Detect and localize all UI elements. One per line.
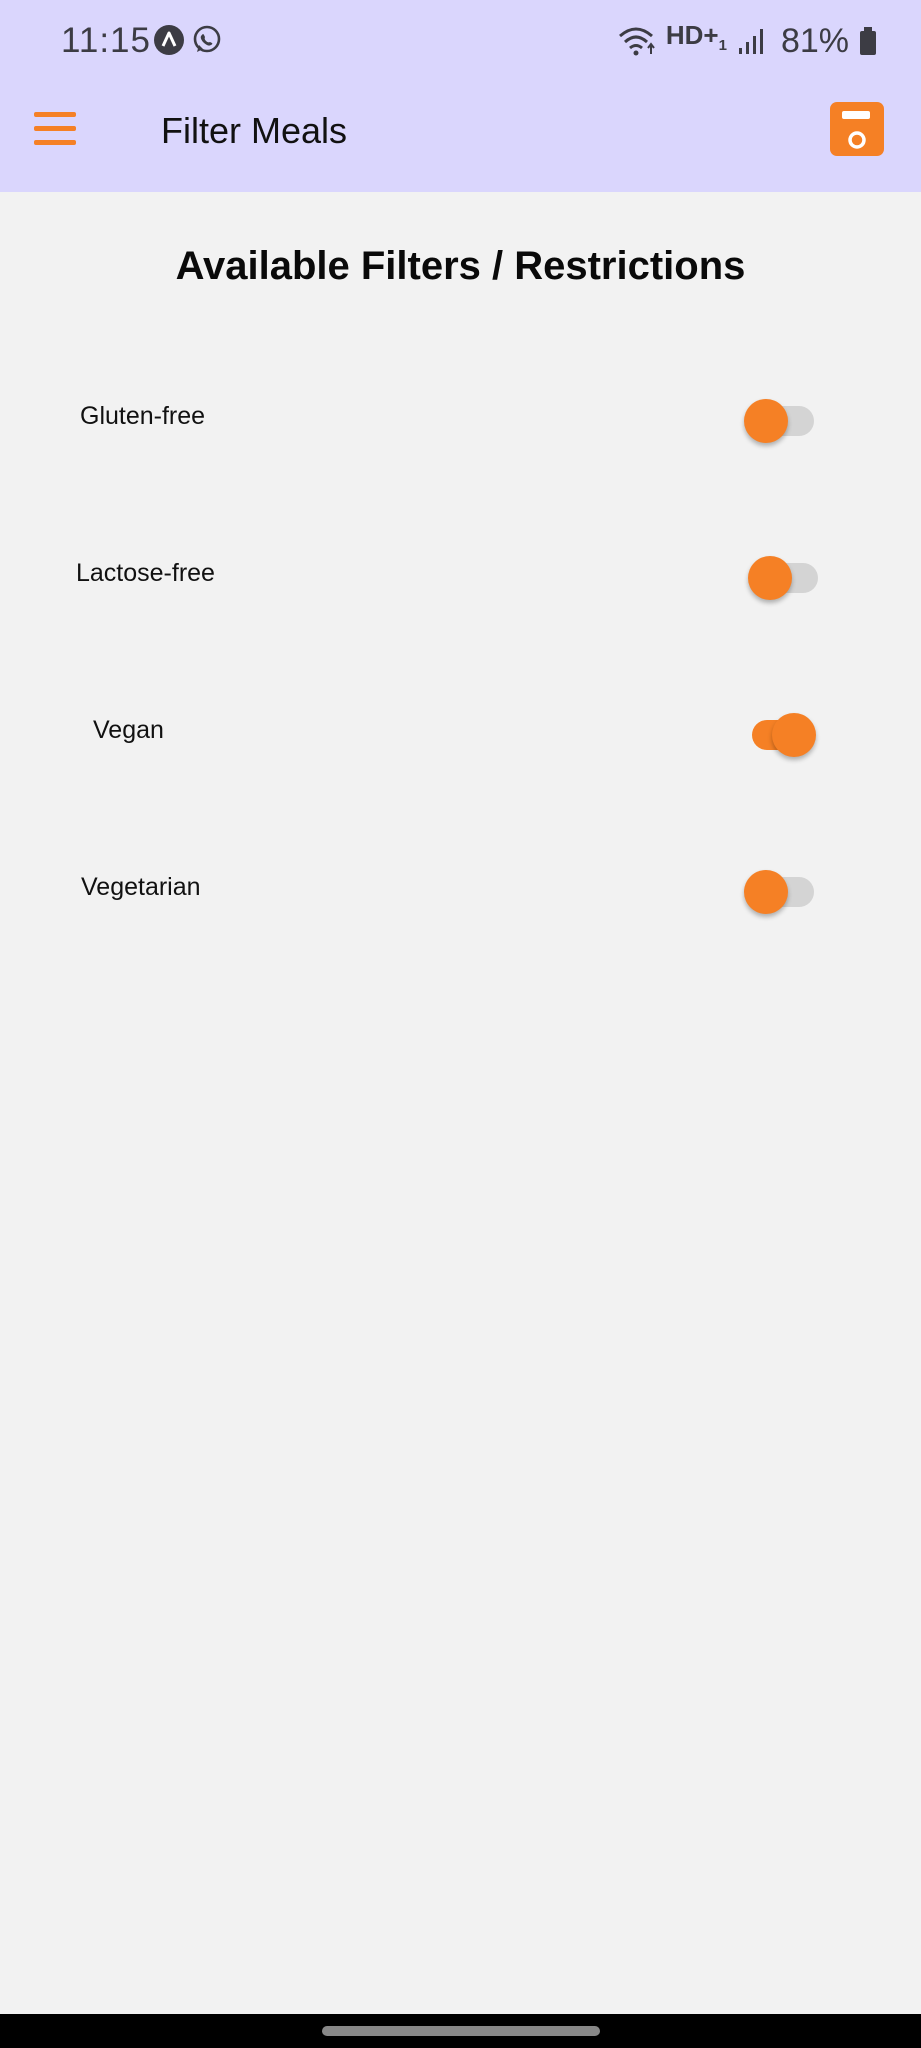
save-icon[interactable] xyxy=(830,102,884,156)
filter-label-lactose-free: Lactose-free xyxy=(76,559,215,587)
vegan-toggle[interactable] xyxy=(744,705,816,757)
filter-label-vegetarian: Vegetarian xyxy=(81,873,201,901)
toggle-thumb xyxy=(744,870,788,914)
battery-icon xyxy=(860,26,876,55)
hd-voice-icon: HD+1 xyxy=(666,18,727,63)
lactose-free-toggle[interactable] xyxy=(748,548,820,600)
toggle-thumb xyxy=(772,713,816,757)
status-right-icons: HD+1 81% xyxy=(616,18,877,63)
signal-icon xyxy=(738,28,763,54)
section-title: Available Filters / Restrictions xyxy=(175,244,746,288)
filter-label-vegan: Vegan xyxy=(93,716,164,744)
navigation-bar xyxy=(0,2014,921,2048)
app-header: 11:15 HD+1 81% Filter Meals xyxy=(0,0,921,192)
toggle-thumb xyxy=(748,556,792,600)
toggle-thumb xyxy=(744,399,788,443)
app-a-icon xyxy=(154,25,184,55)
gluten-free-toggle[interactable] xyxy=(744,391,816,443)
filter-row-vegan: Vegan xyxy=(0,700,921,760)
filter-row-vegetarian: Vegetarian xyxy=(0,857,921,917)
status-time: 11:15 xyxy=(61,21,151,60)
filter-label-gluten-free: Gluten-free xyxy=(80,402,206,430)
hd-label: HD+ xyxy=(665,20,719,50)
home-gesture-handle[interactable] xyxy=(322,2026,600,2036)
vegetarian-toggle[interactable] xyxy=(744,862,816,914)
battery-percent: 81% xyxy=(780,21,849,60)
hd-sub: 1 xyxy=(718,37,727,55)
whatsapp-icon xyxy=(193,25,221,53)
status-left-icons xyxy=(153,24,223,56)
hamburger-menu-icon[interactable] xyxy=(34,112,76,146)
filter-row-lactose-free: Lactose-free xyxy=(0,543,921,603)
app-title: Filter Meals xyxy=(161,110,348,151)
filter-row-gluten-free: Gluten-free xyxy=(0,386,921,446)
wifi-icon xyxy=(618,27,655,56)
